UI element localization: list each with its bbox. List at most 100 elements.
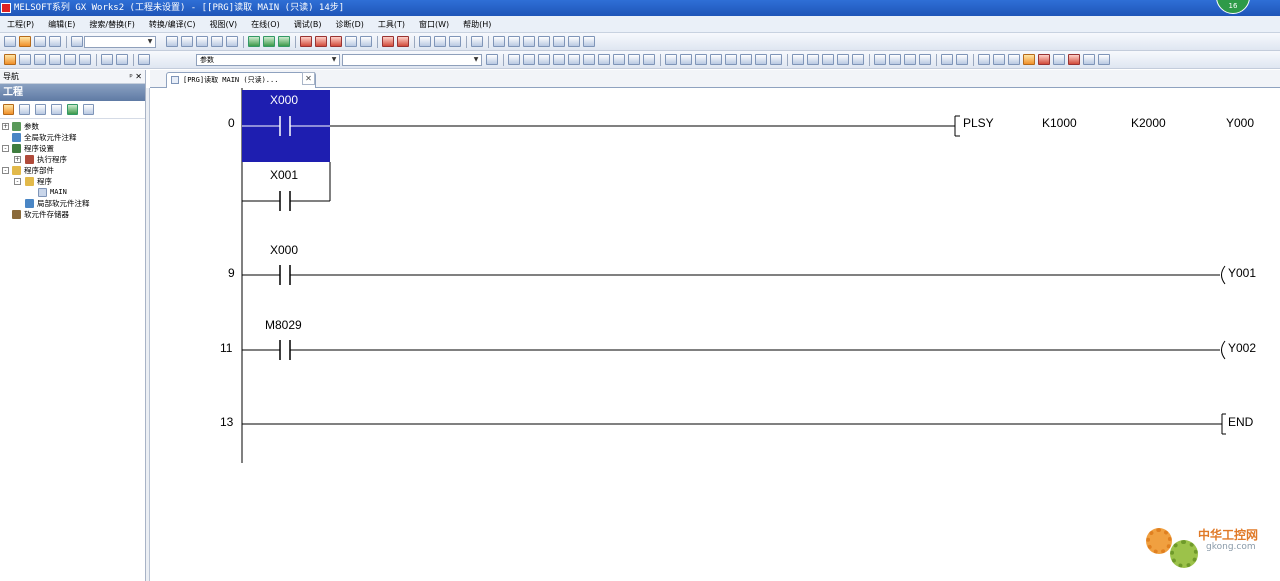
tree-item-program[interactable]: - 程序 bbox=[0, 176, 145, 187]
write-to-plc-icon[interactable] bbox=[248, 36, 260, 47]
ladder-editor[interactable]: 0 X000 PLSY K1000 K2000 Y000 X001 9 X000… bbox=[150, 88, 1280, 581]
chevron-down-icon[interactable]: ▼ bbox=[472, 56, 480, 64]
toggle-view-icon[interactable] bbox=[1083, 54, 1095, 65]
settings-dropdown-icon[interactable] bbox=[83, 104, 94, 115]
menu-convert-compile[interactable]: 转换/编译(C) bbox=[142, 16, 203, 32]
tab-main-readonly[interactable]: [PRG]读取 MAIN (只读)... bbox=[166, 72, 316, 88]
menu-project[interactable]: 工程(P) bbox=[0, 16, 41, 32]
rising-pulse-branch-icon[interactable] bbox=[695, 54, 707, 65]
menu-diagnostics[interactable]: 诊断(D) bbox=[328, 16, 370, 32]
line-input-icon[interactable] bbox=[837, 54, 849, 65]
paste-data-icon[interactable] bbox=[35, 104, 46, 115]
menu-window[interactable]: 窗口(W) bbox=[412, 16, 456, 32]
copy-icon[interactable] bbox=[181, 36, 193, 47]
monitor-write-icon[interactable] bbox=[330, 36, 342, 47]
simulation-icon[interactable] bbox=[471, 36, 483, 47]
replace-icon[interactable] bbox=[434, 36, 446, 47]
watch-window-icon[interactable] bbox=[79, 54, 91, 65]
cut-icon[interactable] bbox=[166, 36, 178, 47]
open-branch-icon[interactable] bbox=[538, 54, 550, 65]
collapse-icon[interactable]: - bbox=[14, 178, 21, 185]
toolbar-combo-1[interactable]: ▼ bbox=[84, 36, 156, 48]
device-list-icon[interactable] bbox=[64, 54, 76, 65]
search-device-icon[interactable] bbox=[1053, 54, 1065, 65]
close-branch-icon[interactable] bbox=[553, 54, 565, 65]
tree-item-local-device-comment[interactable]: 局部软元件注释 bbox=[0, 198, 145, 209]
ladder-insert-column-icon[interactable] bbox=[523, 36, 535, 47]
menu-tool[interactable]: 工具(T) bbox=[371, 16, 412, 32]
output-window-icon[interactable] bbox=[34, 54, 46, 65]
ladder-note-icon[interactable] bbox=[583, 36, 595, 47]
read-mode-icon[interactable] bbox=[978, 54, 990, 65]
comment-edit-icon[interactable] bbox=[874, 54, 886, 65]
toolbar-combo-2[interactable]: 参数 ▼ bbox=[196, 54, 340, 66]
menu-online[interactable]: 在线(O) bbox=[244, 16, 287, 32]
convert-icon[interactable] bbox=[382, 36, 394, 47]
magnifier-icon[interactable] bbox=[1098, 54, 1110, 65]
delete-vertical-line-icon[interactable] bbox=[643, 54, 655, 65]
navigation-pin-close[interactable]: ᵖ ✕ bbox=[129, 70, 142, 84]
falling-pulse-close-icon[interactable] bbox=[740, 54, 752, 65]
close-contact-icon[interactable] bbox=[523, 54, 535, 65]
menu-help[interactable]: 帮助(H) bbox=[456, 16, 498, 32]
delete-horizontal-line-icon[interactable] bbox=[628, 54, 640, 65]
navigation-toggle-icon[interactable] bbox=[4, 54, 16, 65]
monitor-stop-icon[interactable] bbox=[315, 36, 327, 47]
tree-item-execute-program[interactable]: + 执行程序 bbox=[0, 154, 145, 165]
chevron-down-icon[interactable]: ▼ bbox=[146, 38, 154, 46]
write-mode-icon[interactable] bbox=[993, 54, 1005, 65]
application-instruction-icon[interactable] bbox=[583, 54, 595, 65]
device-display-icon[interactable] bbox=[941, 54, 953, 65]
tree-item-main[interactable]: MAIN bbox=[0, 187, 145, 198]
find-icon[interactable] bbox=[419, 36, 431, 47]
ladder-diagram[interactable]: 0 X000 PLSY K1000 K2000 Y000 X001 9 X000… bbox=[150, 88, 1280, 581]
statement-edit-icon[interactable] bbox=[889, 54, 901, 65]
falling-pulse-close-branch-icon[interactable] bbox=[770, 54, 782, 65]
redo-icon[interactable] bbox=[226, 36, 238, 47]
monitor-write-mode-icon[interactable] bbox=[1038, 54, 1050, 65]
refresh-icon[interactable] bbox=[67, 104, 78, 115]
tree-item-program-setting[interactable]: - 程序设置 bbox=[0, 143, 145, 154]
ladder-statement-icon[interactable] bbox=[568, 36, 580, 47]
expand-icon[interactable]: + bbox=[2, 123, 9, 130]
read-from-plc-icon[interactable] bbox=[263, 36, 275, 47]
open-folder-icon[interactable] bbox=[19, 36, 31, 47]
menu-view[interactable]: 视图(V) bbox=[202, 16, 244, 32]
ladder-mode-icon[interactable] bbox=[1023, 54, 1035, 65]
print-icon[interactable] bbox=[49, 36, 61, 47]
collapse-icon[interactable]: - bbox=[2, 167, 9, 174]
collapse-icon[interactable]: - bbox=[2, 145, 9, 152]
device-test-icon[interactable] bbox=[345, 36, 357, 47]
property-icon[interactable] bbox=[51, 104, 62, 115]
print-preview-icon[interactable] bbox=[116, 54, 128, 65]
menu-edit[interactable]: 编辑(E) bbox=[41, 16, 82, 32]
cross-reference-icon[interactable] bbox=[449, 36, 461, 47]
zoom-icon[interactable] bbox=[101, 54, 113, 65]
tree-item-device-memory[interactable]: 软元件存储器 bbox=[0, 209, 145, 220]
rising-pulse-close-branch-icon[interactable] bbox=[755, 54, 767, 65]
ladder-insert-row-icon[interactable] bbox=[493, 36, 505, 47]
monitor-start-icon[interactable] bbox=[300, 36, 312, 47]
open-contact-icon[interactable] bbox=[508, 54, 520, 65]
falling-pulse-branch-icon[interactable] bbox=[710, 54, 722, 65]
batch-monitor-icon[interactable] bbox=[360, 36, 372, 47]
new-file-icon[interactable] bbox=[4, 36, 16, 47]
partial-list-icon[interactable] bbox=[19, 54, 31, 65]
alias-display-icon[interactable] bbox=[919, 54, 931, 65]
invert-result-icon[interactable] bbox=[822, 54, 834, 65]
device-batch-replace-icon[interactable] bbox=[1068, 54, 1080, 65]
rising-pulse-close-icon[interactable] bbox=[725, 54, 737, 65]
coil-icon[interactable] bbox=[568, 54, 580, 65]
save-icon[interactable] bbox=[34, 36, 46, 47]
toolbar-combo-3[interactable]: ▼ bbox=[342, 54, 482, 66]
convert-all-icon[interactable] bbox=[397, 36, 409, 47]
expand-icon[interactable]: + bbox=[14, 156, 21, 163]
tree-item-program-parts[interactable]: - 程序部件 bbox=[0, 165, 145, 176]
chevron-down-icon[interactable]: ▼ bbox=[330, 56, 338, 64]
operation-result-rising-icon[interactable] bbox=[792, 54, 804, 65]
rising-pulse-icon[interactable] bbox=[665, 54, 677, 65]
cross-ref-window-icon[interactable] bbox=[49, 54, 61, 65]
undo-icon[interactable] bbox=[211, 36, 223, 47]
ladder-delete-column-icon[interactable] bbox=[538, 36, 550, 47]
falling-pulse-icon[interactable] bbox=[680, 54, 692, 65]
